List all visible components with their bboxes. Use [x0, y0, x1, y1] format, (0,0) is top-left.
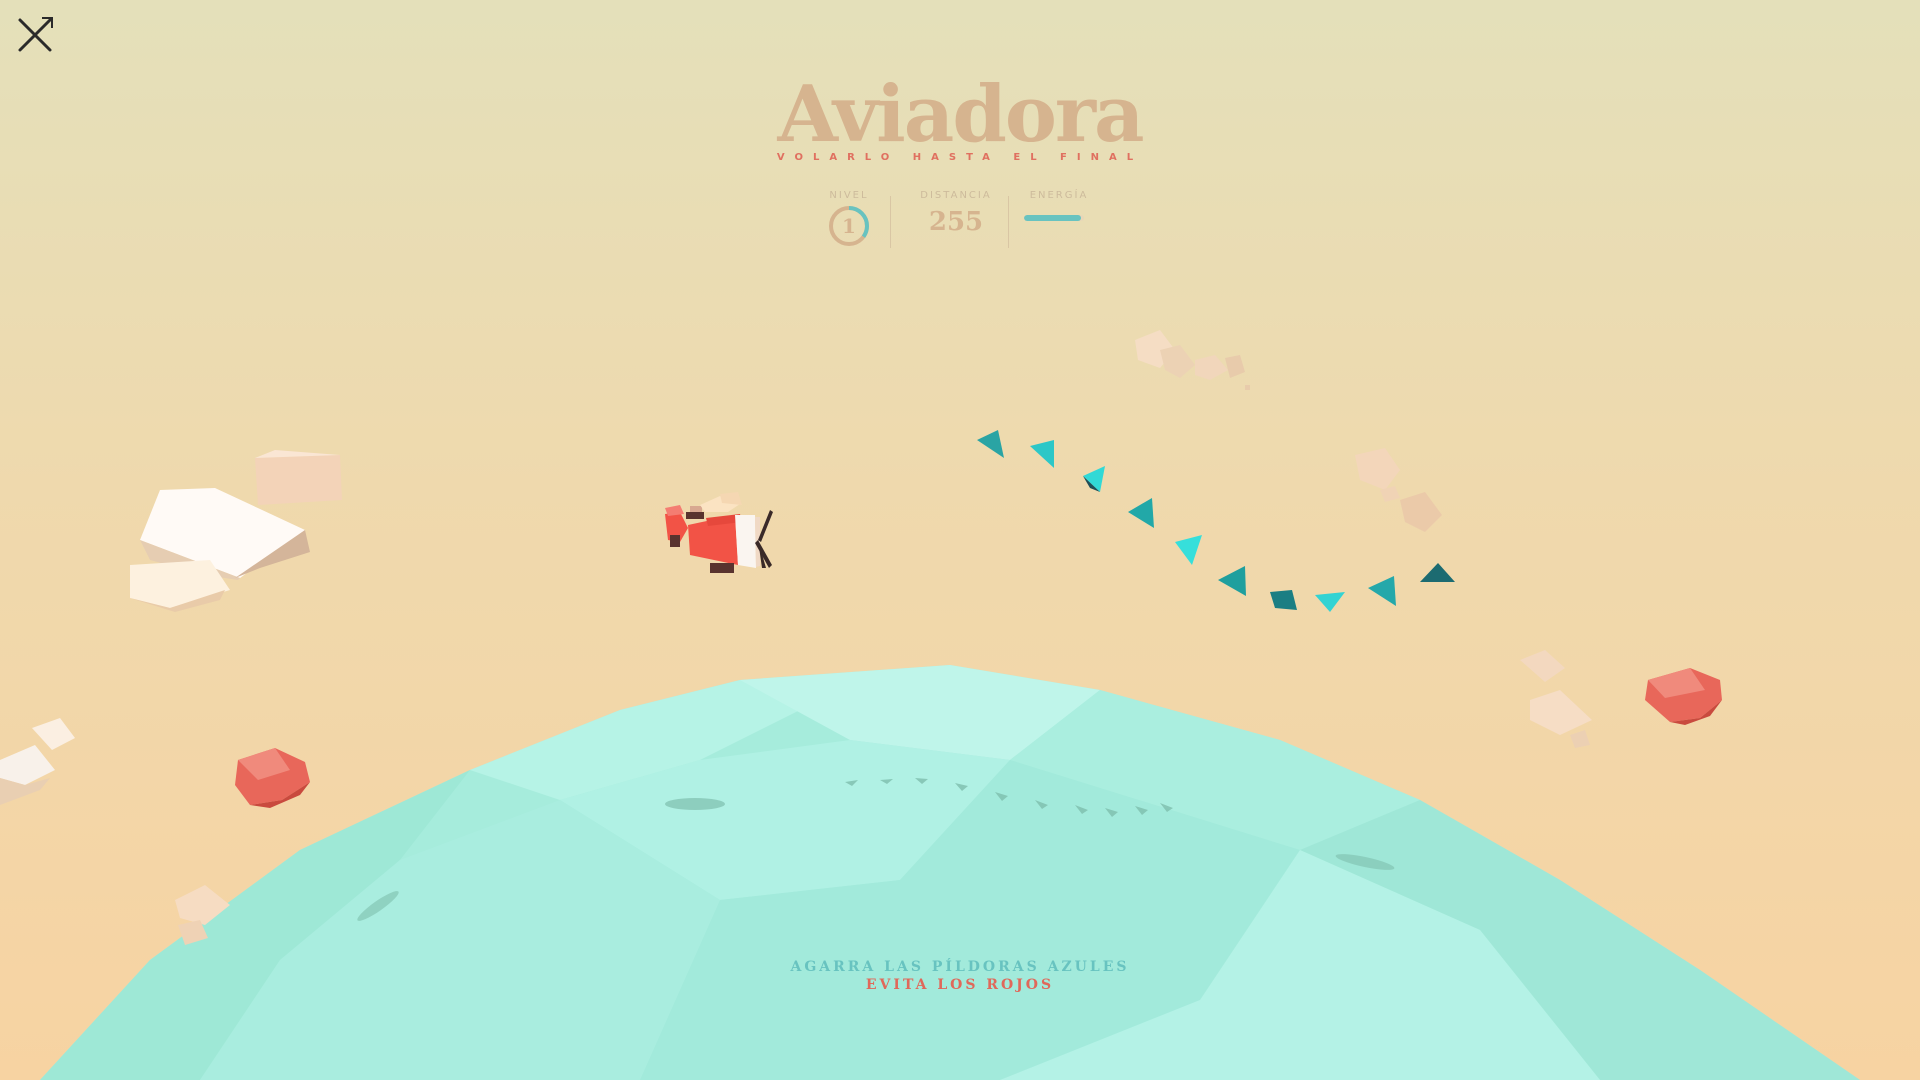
energy-bar [1024, 215, 1084, 221]
cloud-lower-right [1520, 650, 1592, 748]
energy-label: ENERGÍA [1029, 190, 1089, 201]
sea-planet [40, 665, 1860, 1080]
level-label: NIVEL [829, 190, 869, 201]
airplane [665, 492, 773, 573]
cloud-right [1355, 448, 1442, 532]
cloud-top-right [1135, 330, 1250, 390]
energy-fill [1024, 215, 1081, 221]
close-button[interactable] [12, 12, 58, 58]
instructions: AGARRA LAS PÍLDORAS AZULES EVITA LOS ROJ… [0, 958, 1920, 994]
game-subtitle: VOLARLO HASTA EL FINAL [776, 152, 1144, 163]
energy-stat: ENERGÍA [1024, 190, 1094, 221]
close-icon[interactable] [12, 12, 58, 58]
game-header: Aviadora VOLARLO HASTA EL FINAL [0, 69, 1920, 164]
instruction-avoid: EVITA LOS ROJOS [865, 977, 1055, 993]
hud-stats: NIVEL 1 DISTANCIA 255 ENERGÍA [820, 190, 1100, 254]
game-title: Aviadora [777, 69, 1144, 160]
level-stat: NIVEL 1 [820, 190, 878, 247]
level-ring: 1 [828, 205, 870, 247]
cloud-left [130, 450, 342, 612]
red-obstacle [235, 748, 310, 808]
distance-label: DISTANCIA [920, 190, 992, 201]
red-obstacle [1645, 668, 1722, 725]
distance-value: 255 [928, 207, 984, 237]
level-value: 1 [842, 214, 856, 238]
stat-divider [1008, 196, 1009, 248]
distance-stat: DISTANCIA 255 [906, 190, 1006, 237]
stat-divider [890, 196, 891, 248]
instruction-collect: AGARRA LAS PÍLDORAS AZULES [790, 959, 1130, 975]
cloud-lower-left [0, 718, 75, 805]
